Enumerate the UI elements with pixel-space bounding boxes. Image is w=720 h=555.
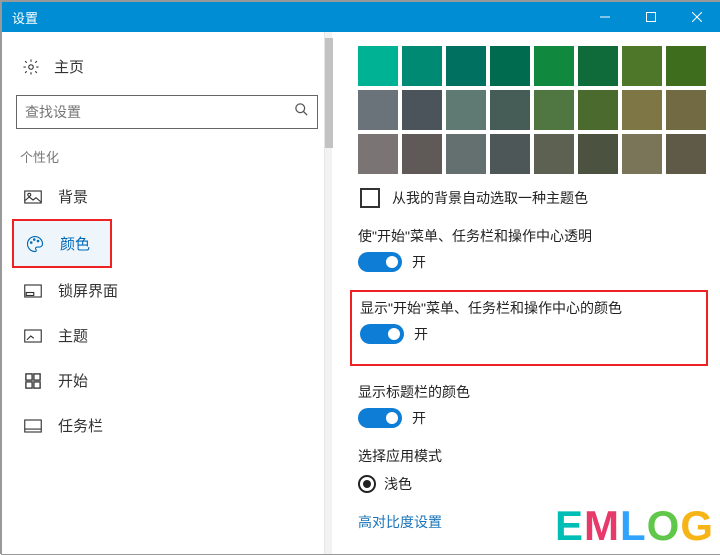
color-swatch[interactable] bbox=[622, 134, 662, 174]
color-swatch[interactable] bbox=[446, 134, 486, 174]
color-swatch[interactable] bbox=[534, 134, 574, 174]
sidebar-item-label: 锁屏界面 bbox=[58, 280, 118, 301]
sidebar-item-label: 开始 bbox=[58, 370, 88, 391]
minimize-button[interactable] bbox=[582, 2, 628, 32]
search-input[interactable] bbox=[16, 95, 318, 129]
main-panel: 从我的背景自动选取一种主题色 使"开始"菜单、任务栏和操作中心透明 开 显示"开… bbox=[332, 32, 720, 554]
color-swatch-grid bbox=[358, 46, 700, 174]
color-swatch[interactable] bbox=[358, 134, 398, 174]
color-swatch[interactable] bbox=[622, 90, 662, 130]
color-swatch[interactable] bbox=[402, 46, 442, 86]
color-swatch[interactable] bbox=[666, 90, 706, 130]
auto-pick-label: 从我的背景自动选取一种主题色 bbox=[392, 188, 588, 208]
color-swatch[interactable] bbox=[358, 46, 398, 86]
highlighted-setting: 显示"开始"菜单、任务栏和操作中心的颜色 开 bbox=[350, 290, 708, 366]
search-icon bbox=[285, 102, 317, 122]
gear-icon bbox=[22, 58, 40, 76]
color-swatch[interactable] bbox=[446, 90, 486, 130]
color-swatch[interactable] bbox=[402, 90, 442, 130]
color-swatch[interactable] bbox=[534, 46, 574, 86]
color-swatch[interactable] bbox=[534, 90, 574, 130]
color-swatch[interactable] bbox=[666, 46, 706, 86]
close-button[interactable] bbox=[674, 2, 720, 32]
titlebar-color-label: 显示标题栏的颜色 bbox=[358, 382, 700, 402]
search-field[interactable] bbox=[17, 104, 285, 120]
lockscreen-icon bbox=[24, 284, 42, 298]
titlebar: 设置 bbox=[2, 2, 720, 32]
color-swatch[interactable] bbox=[402, 134, 442, 174]
transparency-state: 开 bbox=[412, 252, 426, 272]
checkbox-icon bbox=[360, 188, 380, 208]
color-swatch[interactable] bbox=[578, 46, 618, 86]
high-contrast-link[interactable]: 高对比度设置 bbox=[358, 512, 442, 532]
show-color-state: 开 bbox=[414, 324, 428, 344]
section-label: 个性化 bbox=[12, 147, 322, 174]
home-nav[interactable]: 主页 bbox=[12, 50, 322, 83]
transparency-toggle[interactable] bbox=[358, 252, 402, 272]
sidebar-item-start[interactable]: 开始 bbox=[12, 358, 322, 403]
color-swatch[interactable] bbox=[666, 134, 706, 174]
sidebar-item-label: 背景 bbox=[58, 186, 88, 207]
auto-pick-checkbox[interactable]: 从我的背景自动选取一种主题色 bbox=[360, 188, 700, 208]
picture-icon bbox=[24, 190, 42, 204]
color-swatch[interactable] bbox=[490, 46, 530, 86]
color-swatch[interactable] bbox=[446, 46, 486, 86]
sidebar-item-taskbar[interactable]: 任务栏 bbox=[12, 403, 322, 448]
palette-icon bbox=[26, 235, 44, 253]
transparency-label: 使"开始"菜单、任务栏和操作中心透明 bbox=[358, 226, 700, 246]
sidebar: 主页 个性化 背景 颜色 锁屏界面 bbox=[2, 32, 332, 554]
titlebar-color-toggle[interactable] bbox=[358, 408, 402, 428]
app-mode-label: 选择应用模式 bbox=[358, 446, 700, 466]
show-color-toggle[interactable] bbox=[360, 324, 404, 344]
theme-icon bbox=[24, 329, 42, 343]
home-label: 主页 bbox=[54, 56, 84, 77]
titlebar-color-state: 开 bbox=[412, 408, 426, 428]
window-title: 设置 bbox=[12, 8, 38, 27]
sidebar-item-lockscreen[interactable]: 锁屏界面 bbox=[12, 268, 322, 313]
color-swatch[interactable] bbox=[490, 90, 530, 130]
color-swatch[interactable] bbox=[490, 134, 530, 174]
sidebar-item-label: 任务栏 bbox=[58, 415, 103, 436]
color-swatch[interactable] bbox=[578, 134, 618, 174]
sidebar-item-themes[interactable]: 主题 bbox=[12, 313, 322, 358]
sidebar-item-colors[interactable]: 颜色 bbox=[12, 219, 112, 268]
color-swatch[interactable] bbox=[578, 90, 618, 130]
watermark: EMLOG bbox=[555, 502, 714, 550]
maximize-button[interactable] bbox=[628, 2, 674, 32]
color-swatch[interactable] bbox=[622, 46, 662, 86]
sidebar-item-label: 主题 bbox=[58, 325, 88, 346]
color-swatch[interactable] bbox=[358, 90, 398, 130]
start-icon bbox=[24, 373, 42, 389]
mode-light-radio[interactable] bbox=[358, 475, 376, 493]
scrollbar[interactable] bbox=[324, 32, 332, 554]
show-color-label: 显示"开始"菜单、任务栏和操作中心的颜色 bbox=[360, 298, 698, 318]
taskbar-icon bbox=[24, 419, 42, 433]
mode-light-label: 浅色 bbox=[384, 474, 412, 494]
sidebar-item-label: 颜色 bbox=[60, 233, 90, 254]
sidebar-item-background[interactable]: 背景 bbox=[12, 174, 322, 219]
